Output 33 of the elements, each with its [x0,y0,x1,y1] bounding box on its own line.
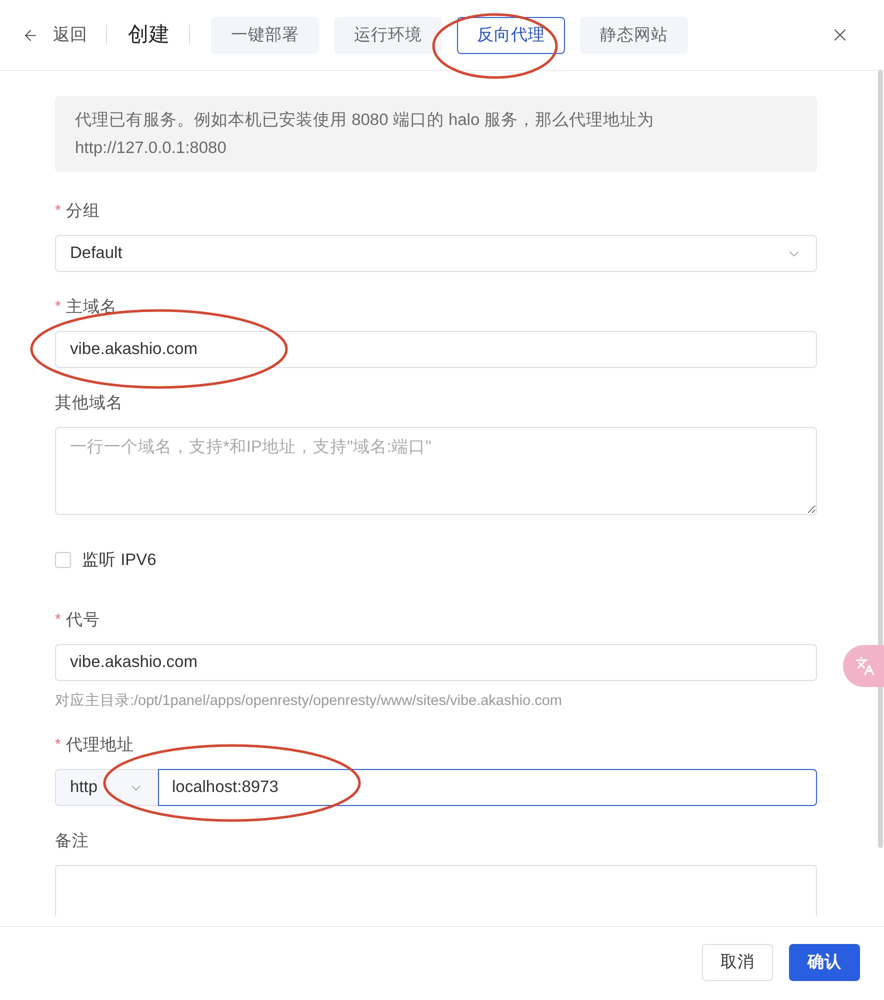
cancel-button[interactable]: 取消 [702,944,773,981]
required-mark: * [55,734,61,755]
text-input[interactable]: vibe.akashio.com [55,331,817,368]
tab[interactable]: 运行环境 [334,16,442,54]
hint-text: 对应主目录:/opt/1panel/apps/openresty/openresty/www/sites/vibe.akashio.com [55,692,564,710]
tab[interactable]: 反向代理 [457,16,565,54]
translate-button[interactable] [843,645,884,687]
scheme-select[interactable]: http [55,769,158,806]
textarea-field[interactable] [55,865,817,916]
required-mark: * [55,296,61,317]
field-label: 备注 [55,830,89,852]
select-value: Default [70,243,122,264]
confirm-button[interactable]: 确认 [789,944,860,981]
textarea-field[interactable]: 一行一个域名，支持*和IP地址，支持"域名:端口" [55,427,817,515]
required-mark: * [55,200,61,221]
text-input[interactable]: vibe.akashio.com [55,644,817,681]
field-label: 代号 [66,610,100,631]
back-button[interactable]: 返回 [22,22,87,48]
page-title: 创建 [128,22,170,48]
checkbox-label: 监听 IPV6 [82,550,156,571]
checkbox[interactable] [55,552,71,568]
scheme-value: http [70,777,98,798]
field-label: 分组 [66,200,100,222]
field-label: 代理地址 [66,734,134,756]
required-mark: * [55,610,61,630]
info-notice: 代理已有服务。例如本机已安装使用 8080 端口的 halo 服务，那么代理地址为 http://127.0.0.1:8080 [55,96,817,172]
translate-icon [854,656,874,676]
group-select[interactable]: Default [55,235,817,272]
scrollbar[interactable] [878,70,883,848]
proxy-address-input[interactable]: localhost:8973 [158,769,817,806]
tab[interactable]: 静态网站 [580,16,688,54]
tab[interactable]: 一键部署 [211,16,319,54]
field-label: 其他域名 [55,392,123,414]
